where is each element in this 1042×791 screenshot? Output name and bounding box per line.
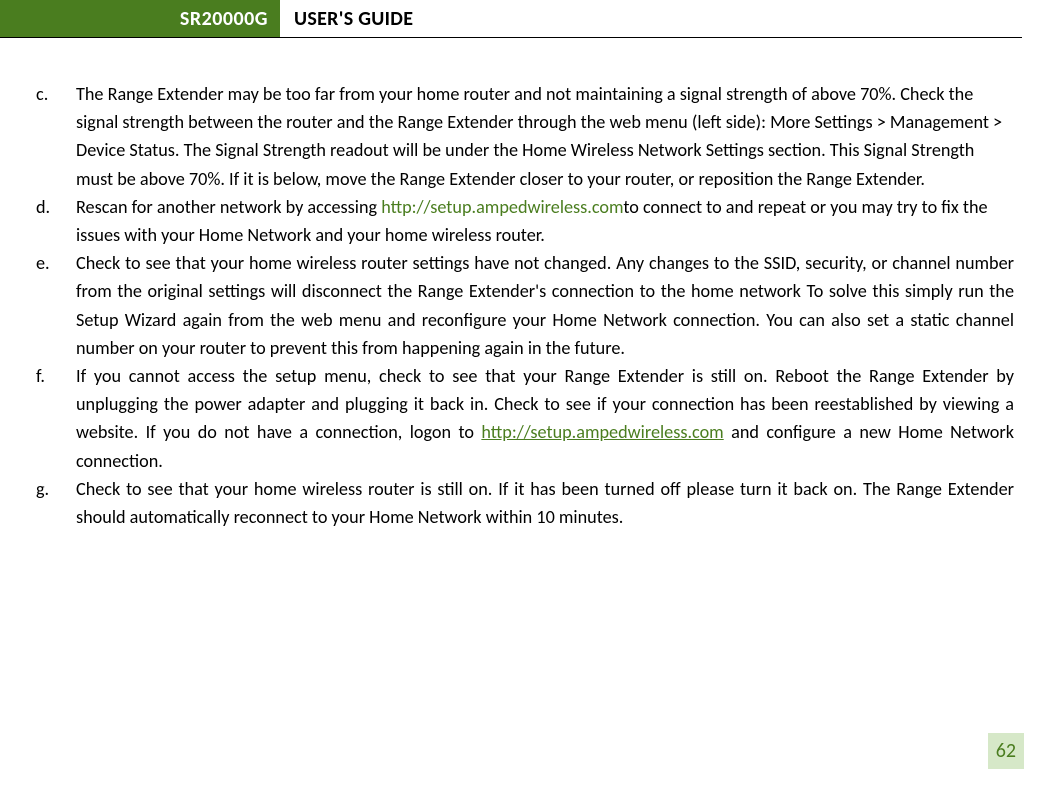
- item-body: If you cannot access the setup menu, che…: [76, 362, 1014, 475]
- product-badge: SR20000G: [0, 0, 280, 37]
- page-content: c. The Range Extender may be too far fro…: [0, 38, 1042, 531]
- item-body: Check to see that your home wireless rou…: [76, 475, 1014, 531]
- item-body: Rescan for another network by accessing …: [76, 193, 1014, 249]
- setup-link[interactable]: http://setup.ampedwireless.com: [481, 421, 723, 443]
- item-body: The Range Extender may be too far from y…: [76, 80, 1014, 193]
- doc-title-text: USER'S GUIDE: [294, 7, 413, 31]
- list-item-g: g. Check to see that your home wireless …: [28, 475, 1014, 531]
- list-item-d: d. Rescan for another network by accessi…: [28, 193, 1014, 249]
- item-text-pre: Rescan for another network by accessing: [76, 196, 381, 218]
- item-marker: g.: [28, 475, 76, 531]
- list-item-c: c. The Range Extender may be too far fro…: [28, 80, 1014, 193]
- product-label: SR20000G: [180, 7, 268, 31]
- list-item-e: e. Check to see that your home wireless …: [28, 249, 1014, 362]
- item-marker: e.: [28, 249, 76, 362]
- item-marker: c.: [28, 80, 76, 193]
- item-marker: f.: [28, 362, 76, 475]
- list-item-f: f. If you cannot access the setup menu, …: [28, 362, 1014, 475]
- doc-title: USER'S GUIDE: [280, 0, 413, 37]
- header-bar: SR20000G USER'S GUIDE: [0, 0, 1022, 38]
- page-number: 62: [988, 733, 1024, 769]
- item-body: Check to see that your home wireless rou…: [76, 249, 1014, 362]
- setup-link[interactable]: http://setup.ampedwireless.com: [381, 196, 623, 218]
- item-marker: d.: [28, 193, 76, 249]
- page-number-value: 62: [996, 739, 1016, 763]
